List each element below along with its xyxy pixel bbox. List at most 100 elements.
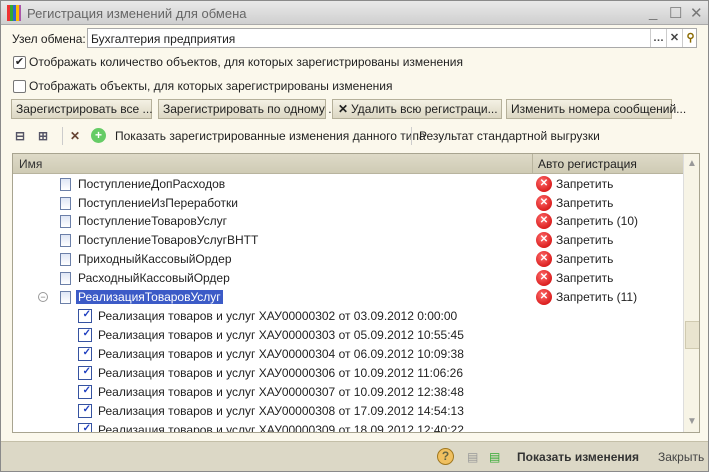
register-all-button[interactable]: Зарегистрировать все ... bbox=[11, 99, 153, 119]
document-type-icon bbox=[60, 253, 71, 266]
document-row[interactable]: ✓ Реализация товаров и услуг ХАУ00000309 … bbox=[13, 421, 683, 433]
document-type-icon bbox=[60, 215, 71, 228]
collapse-node-icon[interactable]: − bbox=[38, 292, 48, 302]
scroll-down-icon[interactable]: ▼ bbox=[684, 413, 699, 431]
row-name: ПоступлениеТоваровУслугВНТТ bbox=[78, 233, 259, 247]
forbid-icon: ✕ bbox=[536, 270, 552, 286]
document-type-icon bbox=[60, 178, 71, 191]
document-name: Реализация товаров и услуг ХАУ00000302 о… bbox=[98, 309, 458, 323]
table-row[interactable]: РасходныйКассовыйОрдер ✕ Запретить bbox=[13, 269, 683, 288]
window: Регистрация изменений для обмена _ ☐ ✕ У… bbox=[0, 0, 709, 472]
document-row[interactable]: ✓ Реализация товаров и услуг ХАУ00000308 … bbox=[13, 402, 683, 421]
document-name: Реализация товаров и услуг ХАУ00000308 о… bbox=[98, 404, 464, 418]
separator bbox=[411, 127, 412, 145]
node-field[interactable]: Бухгалтерия предприятия … ✕ ⚲ bbox=[87, 28, 697, 48]
app-icon bbox=[7, 5, 21, 21]
forbid-icon: ✕ bbox=[536, 232, 552, 248]
search-icon[interactable]: ⚲ bbox=[682, 29, 698, 47]
table-row[interactable]: ПоступлениеТоваровУслугВНТТ ✕ Запретить bbox=[13, 231, 683, 250]
window-title: Регистрация изменений для обмена bbox=[27, 6, 247, 21]
row-name: РеализацияТоваровУслуг bbox=[76, 290, 223, 304]
auto-registration-value: Запретить (11) bbox=[556, 290, 638, 304]
document-type-icon bbox=[60, 291, 71, 304]
row-name: ПриходныйКассовыйОрдер bbox=[78, 252, 232, 266]
change-message-numbers-button[interactable]: Изменить номера сообщений... bbox=[506, 99, 686, 119]
posted-document-icon: ✓ bbox=[78, 423, 92, 432]
title-bar: Регистрация изменений для обмена _ ☐ ✕ bbox=[1, 1, 708, 25]
column-auto-registration[interactable]: Авто регистрация bbox=[532, 154, 683, 174]
delete-registration-label: Удалить всю регистраци... bbox=[351, 102, 498, 116]
document-row[interactable]: ✓ Реализация товаров и услуг ХАУ00000302 … bbox=[13, 307, 683, 326]
posted-document-icon: ✓ bbox=[78, 328, 92, 342]
forbid-icon: ✕ bbox=[536, 213, 552, 229]
document-row[interactable]: ✓ Реализация товаров и услуг ХАУ00000304 … bbox=[13, 345, 683, 364]
auto-registration-value: Запретить bbox=[556, 177, 614, 191]
vertical-scrollbar[interactable]: ▲ ▼ bbox=[683, 154, 699, 432]
show-count-checkbox[interactable]: ✔ bbox=[13, 56, 26, 69]
show-objects-label: Отображать объекты, для которых зарегист… bbox=[29, 79, 393, 93]
posted-document-icon: ✓ bbox=[78, 385, 92, 399]
separator bbox=[62, 127, 63, 145]
row-name: ПоступлениеИзПереработки bbox=[78, 196, 238, 210]
delete-registration-button[interactable]: ✕ Удалить всю регистраци... bbox=[332, 99, 502, 119]
show-changes-button[interactable]: Показать изменения bbox=[517, 450, 639, 464]
scroll-thumb[interactable] bbox=[685, 321, 699, 349]
show-registered-changes-button[interactable]: Показать зарегистрированные изменения да… bbox=[115, 127, 426, 145]
register-one-button[interactable]: Зарегистрировать по одному ... bbox=[158, 99, 338, 119]
document-row[interactable]: ✓ Реализация товаров и услуг ХАУ00000307 … bbox=[13, 383, 683, 402]
posted-document-icon: ✓ bbox=[78, 347, 92, 361]
close-button[interactable]: Закрыть bbox=[658, 450, 704, 464]
table-row[interactable]: ПоступлениеТоваровУслуг ✕ Запретить (10) bbox=[13, 212, 683, 231]
node-label: Узел обмена: bbox=[12, 32, 86, 46]
document-type-icon bbox=[60, 272, 71, 285]
show-objects-checkbox[interactable] bbox=[13, 80, 26, 93]
posted-document-icon: ✓ bbox=[78, 404, 92, 418]
node-value: Бухгалтерия предприятия bbox=[91, 32, 236, 46]
document-name: Реализация товаров и услуг ХАУ00000309 о… bbox=[98, 423, 464, 433]
help-icon[interactable]: ? bbox=[437, 448, 454, 465]
standard-export-button[interactable]: Результат стандартной выгрузки bbox=[419, 127, 600, 145]
table-row[interactable]: ПоступлениеИзПереработки ✕ Запретить bbox=[13, 194, 683, 213]
grid-header: Имя Авто регистрация bbox=[13, 154, 683, 174]
close-window-button[interactable]: ✕ bbox=[690, 4, 703, 22]
auto-registration-value: Запретить bbox=[556, 271, 614, 285]
import-icon[interactable]: ▤ bbox=[489, 450, 500, 464]
document-name: Реализация товаров и услуг ХАУ00000303 о… bbox=[98, 328, 464, 342]
row-name: РасходныйКассовыйОрдер bbox=[78, 271, 230, 285]
document-name: Реализация товаров и услуг ХАУ00000306 о… bbox=[98, 366, 464, 380]
table-row-selected[interactable]: − РеализацияТоваровУслуг ✕ Запретить (11) bbox=[13, 288, 683, 307]
registration-grid: Имя Авто регистрация ПоступлениеДопРасхо… bbox=[12, 153, 700, 433]
maximize-button[interactable]: ☐ bbox=[669, 4, 682, 22]
auto-registration-value: Запретить bbox=[556, 196, 614, 210]
forbid-icon: ✕ bbox=[536, 289, 552, 305]
delete-icon: ✕ bbox=[338, 102, 349, 116]
clear-icon[interactable]: ✕ bbox=[666, 29, 682, 47]
document-row[interactable]: ✓ Реализация товаров и услуг ХАУ00000306 … bbox=[13, 364, 683, 383]
document-type-icon bbox=[60, 234, 71, 247]
select-button[interactable]: … bbox=[650, 29, 666, 47]
forbid-icon: ✕ bbox=[536, 176, 552, 192]
forbid-icon: ✕ bbox=[536, 195, 552, 211]
auto-registration-value: Запретить (10) bbox=[556, 214, 638, 228]
forbid-icon: ✕ bbox=[536, 251, 552, 267]
delete-icon[interactable]: ✕ bbox=[70, 127, 80, 145]
document-name: Реализация товаров и услуг ХАУ00000307 о… bbox=[98, 385, 464, 399]
row-name: ПоступлениеДопРасходов bbox=[78, 177, 226, 191]
auto-registration-value: Запретить bbox=[556, 252, 614, 266]
show-count-label: Отображать количество объектов, для кото… bbox=[29, 55, 463, 69]
table-row[interactable]: ПоступлениеДопРасходов ✕ Запретить bbox=[13, 175, 683, 194]
add-icon[interactable]: + bbox=[91, 128, 106, 143]
scroll-up-icon[interactable]: ▲ bbox=[684, 155, 699, 173]
expand-all-icon[interactable]: ⊞ bbox=[38, 127, 48, 145]
column-name[interactable]: Имя bbox=[19, 157, 42, 171]
document-name: Реализация товаров и услуг ХАУ00000304 о… bbox=[98, 347, 464, 361]
footer: ? ▤ ▤ Показать изменения Закрыть bbox=[1, 441, 708, 471]
document-type-icon bbox=[60, 197, 71, 210]
collapse-all-icon[interactable]: ⊟ bbox=[15, 127, 25, 145]
minimize-button[interactable]: _ bbox=[649, 4, 657, 21]
export-disabled-icon: ▤ bbox=[467, 450, 479, 464]
document-row[interactable]: ✓ Реализация товаров и услуг ХАУ00000303 … bbox=[13, 326, 683, 345]
auto-registration-value: Запретить bbox=[556, 233, 614, 247]
table-row[interactable]: ПриходныйКассовыйОрдер ✕ Запретить bbox=[13, 250, 683, 269]
row-name: ПоступлениеТоваровУслуг bbox=[78, 214, 228, 228]
